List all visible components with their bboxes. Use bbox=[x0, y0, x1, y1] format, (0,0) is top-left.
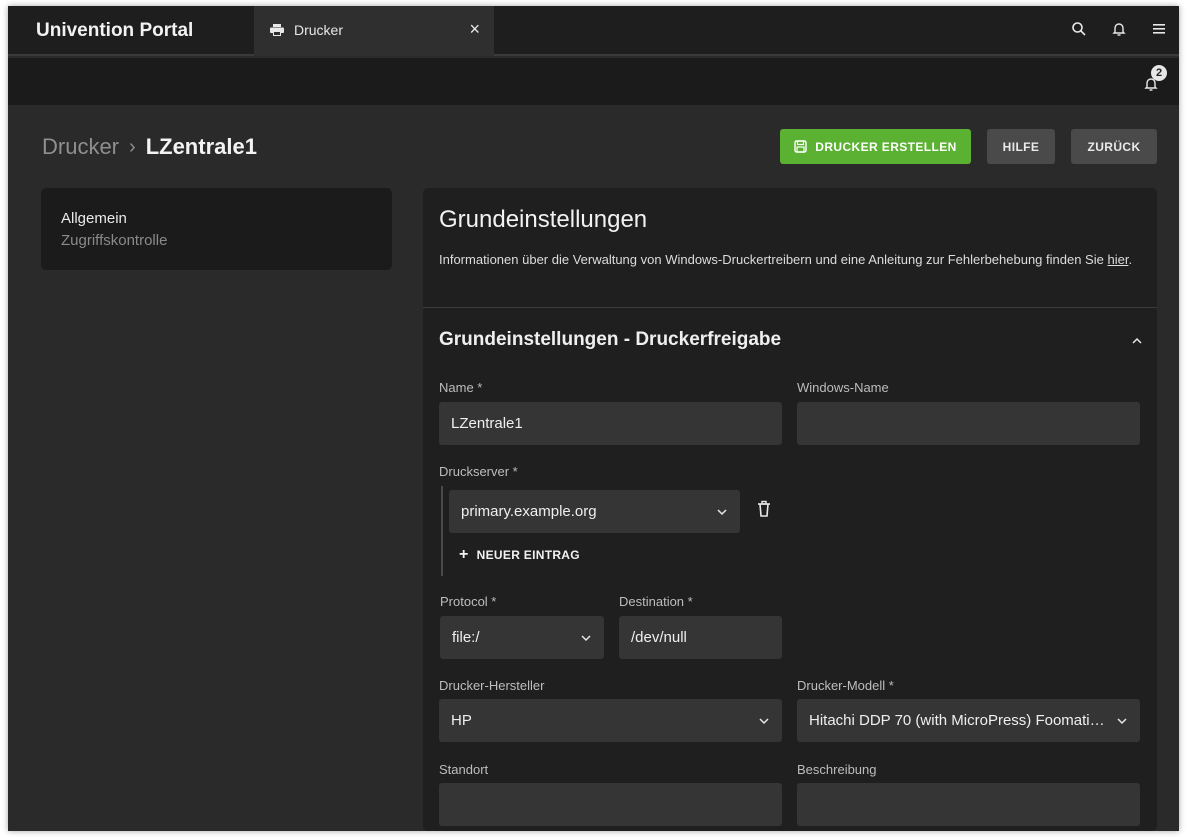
info-end: . bbox=[1128, 252, 1133, 267]
breadcrumb-parent[interactable]: Drucker bbox=[42, 134, 119, 160]
create-printer-label: DRUCKER ERSTELLEN bbox=[815, 139, 957, 154]
destination-field[interactable]: /dev/null bbox=[619, 616, 782, 659]
protocol-value: file:/ bbox=[452, 629, 480, 646]
name-field[interactable]: LZentrale1 bbox=[439, 402, 782, 445]
hersteller-label: Drucker-Hersteller bbox=[439, 678, 545, 693]
destination-label: Destination * bbox=[619, 594, 693, 609]
breadcrumb-current: LZentrale1 bbox=[145, 134, 257, 159]
windows-name-field[interactable] bbox=[797, 402, 1140, 445]
multivalue-border bbox=[441, 486, 443, 576]
druckserver-value: primary.example.org bbox=[461, 503, 597, 520]
main-panel: Grundeinstellungen Informationen über di… bbox=[423, 188, 1157, 831]
tab-drucker[interactable]: Drucker × bbox=[254, 6, 494, 56]
beschreibung-field[interactable] bbox=[797, 783, 1140, 826]
new-entry-button[interactable]: + NEUER EINTRAG bbox=[459, 546, 580, 564]
app-window: Univention Portal Drucker × 2 Drucker › … bbox=[8, 6, 1179, 831]
new-entry-label: NEUER EINTRAG bbox=[476, 548, 580, 562]
protocol-label: Protocol * bbox=[440, 594, 497, 609]
protocol-select[interactable]: file:/ bbox=[440, 616, 604, 659]
notification-count-badge: 2 bbox=[1151, 65, 1167, 81]
panel-title: Grundeinstellungen bbox=[439, 206, 648, 233]
info-text: Informationen über die Verwaltung von Wi… bbox=[439, 252, 1108, 267]
windows-name-label: Windows-Name bbox=[797, 380, 889, 395]
tab-label: Drucker bbox=[294, 22, 344, 38]
chevron-down-icon bbox=[759, 717, 769, 724]
panel-info: Informationen über die Verwaltung von Wi… bbox=[439, 250, 1139, 270]
bell-icon[interactable] bbox=[1109, 19, 1129, 39]
breadcrumb: Drucker › LZentrale1 bbox=[42, 134, 257, 160]
notifications-bell-icon[interactable]: 2 bbox=[1143, 65, 1167, 92]
standort-label: Standort bbox=[439, 762, 489, 777]
name-label: Name * bbox=[439, 380, 483, 395]
chevron-down-icon bbox=[717, 508, 727, 515]
nav-item-zugriffskontrolle[interactable]: Zugriffskontrolle bbox=[61, 230, 372, 252]
info-link[interactable]: hier bbox=[1107, 252, 1128, 267]
chevron-down-icon bbox=[1117, 717, 1127, 724]
druckserver-label: Druckserver * bbox=[439, 464, 518, 479]
hersteller-select[interactable]: HP bbox=[439, 699, 782, 742]
standort-field[interactable] bbox=[439, 783, 782, 826]
hersteller-value: HP bbox=[451, 712, 472, 729]
printer-icon bbox=[270, 24, 284, 36]
save-icon bbox=[794, 140, 807, 153]
side-navigation: Allgemein Zugriffskontrolle bbox=[41, 188, 392, 270]
portal-title[interactable]: Univention Portal bbox=[36, 20, 193, 42]
breadcrumb-separator: › bbox=[129, 135, 136, 158]
modell-value: Hitachi DDP 70 (with MicroPress) Foomati… bbox=[809, 712, 1108, 729]
chevron-up-icon[interactable] bbox=[1131, 336, 1143, 346]
notification-bar: 2 bbox=[8, 58, 1179, 105]
trash-icon[interactable] bbox=[756, 500, 772, 518]
back-button[interactable]: ZURÜCK bbox=[1071, 129, 1157, 164]
close-icon[interactable]: × bbox=[469, 19, 480, 40]
beschreibung-label: Beschreibung bbox=[797, 762, 877, 777]
section-title[interactable]: Grundeinstellungen - Druckerfreigabe bbox=[439, 329, 781, 351]
modell-select[interactable]: Hitachi DDP 70 (with MicroPress) Foomati… bbox=[797, 699, 1140, 742]
nav-item-allgemein[interactable]: Allgemein bbox=[61, 208, 372, 230]
druckserver-select[interactable]: primary.example.org bbox=[449, 490, 740, 533]
menu-icon[interactable] bbox=[1149, 19, 1169, 39]
chevron-down-icon bbox=[581, 634, 591, 641]
search-icon[interactable] bbox=[1069, 19, 1089, 39]
help-button[interactable]: HILFE bbox=[987, 129, 1055, 164]
top-bar: Univention Portal Drucker × bbox=[8, 6, 1179, 56]
modell-label: Drucker-Modell * bbox=[797, 678, 894, 693]
plus-icon: + bbox=[459, 546, 469, 563]
create-printer-button[interactable]: DRUCKER ERSTELLEN bbox=[780, 129, 971, 164]
divider bbox=[423, 307, 1157, 308]
